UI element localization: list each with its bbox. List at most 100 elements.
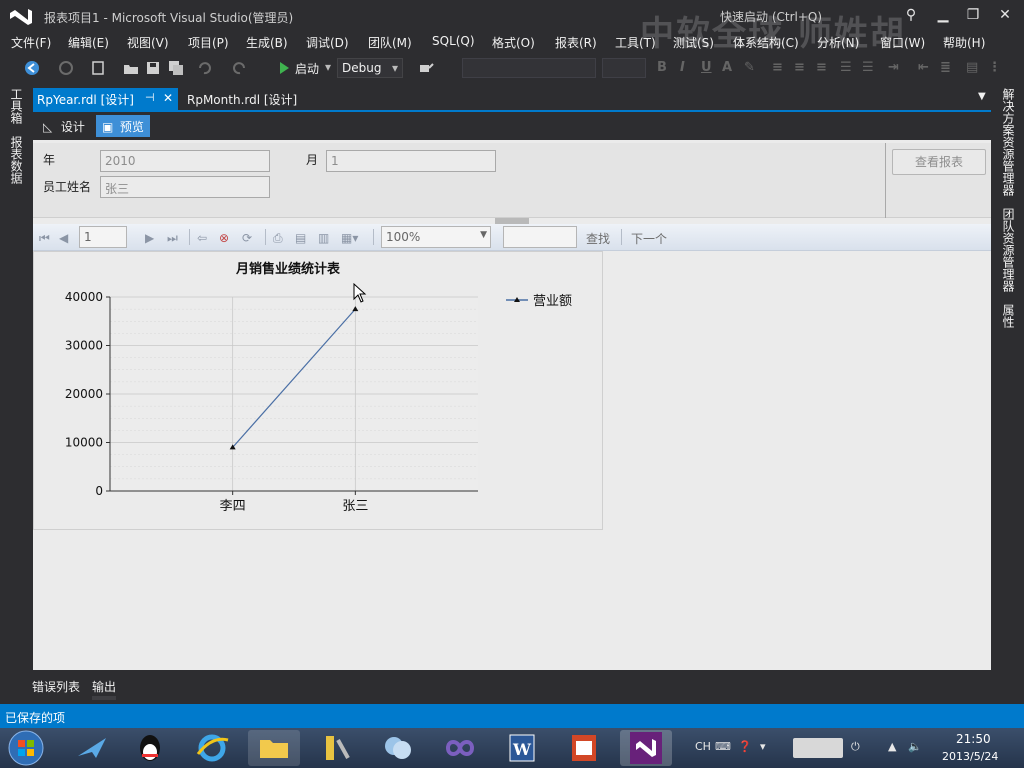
pin-icon[interactable]: ⊣	[145, 91, 155, 104]
menu-help[interactable]: 帮助(H)	[943, 34, 985, 51]
year-input[interactable]: 2010	[100, 150, 270, 172]
menu-window[interactable]: 窗口(W)	[880, 34, 925, 51]
find-link[interactable]: 查找	[586, 230, 610, 247]
taskbar-powerpoint-icon[interactable]	[558, 730, 610, 766]
redo-icon[interactable]	[232, 60, 248, 76]
target-select[interactable]	[462, 58, 596, 78]
stop-icon[interactable]: ⊗	[219, 231, 229, 245]
find-next-link[interactable]: 下一个	[631, 230, 667, 247]
report-data-tab[interactable]: 报表数据	[8, 136, 25, 184]
undo-icon[interactable]	[196, 60, 212, 76]
menu-sql[interactable]: SQL(Q)	[432, 34, 475, 48]
start-debug-icon[interactable]	[276, 60, 292, 76]
taskbar-feige-icon[interactable]	[66, 730, 118, 766]
export-icon[interactable]: ▦▾	[341, 231, 358, 245]
configuration-select[interactable]: Debug ▾	[337, 58, 403, 78]
indent-icon[interactable]: ⇥	[888, 60, 899, 75]
print-layout-icon[interactable]: ▤	[295, 231, 306, 245]
forward-icon[interactable]	[58, 60, 74, 76]
toolbar-overflow-icon[interactable]: ⋮	[988, 60, 1001, 75]
outdent-icon[interactable]: ⇤	[918, 60, 929, 75]
toolbox-tab[interactable]: 工具箱	[8, 88, 25, 124]
page-setup-icon[interactable]: ▥	[318, 231, 329, 245]
start-button-icon[interactable]	[4, 728, 48, 768]
tab-rpyear[interactable]: RpYear.rdl [设计] ⊣ ✕	[33, 88, 178, 110]
find-input[interactable]	[503, 226, 577, 248]
italic-icon[interactable]: I	[680, 60, 685, 75]
search-icon[interactable]: ⚲	[896, 4, 926, 26]
tab-error-list[interactable]: 错误列表	[32, 678, 80, 695]
menu-project[interactable]: 项目(P)	[188, 34, 229, 51]
keyboard-icon[interactable]: ⌨	[715, 740, 731, 753]
menu-build[interactable]: 生成(B)	[246, 34, 288, 51]
tray-options-icon[interactable]: ▾	[760, 740, 766, 753]
start-button[interactable]: 启动	[295, 60, 319, 77]
underline-icon[interactable]: U	[701, 60, 712, 75]
zoom-select[interactable]: 100% ▼	[381, 226, 491, 248]
bold-icon[interactable]: B	[657, 60, 667, 75]
tab-overflow-icon[interactable]: ▼	[978, 91, 986, 102]
align-left-icon[interactable]: ≡	[772, 60, 783, 75]
tab-output[interactable]: 输出	[92, 678, 116, 695]
solution-explorer-tab[interactable]: 解决方案资源管理器	[1000, 88, 1017, 196]
bulleted-list-icon[interactable]: ☰	[840, 60, 852, 75]
clock-time[interactable]: 21:50	[956, 732, 991, 746]
view-report-button[interactable]: 查看报表	[892, 149, 986, 175]
month-input[interactable]: 1	[326, 150, 496, 172]
taskbar-word-icon[interactable]: W	[496, 730, 548, 766]
next-page-icon[interactable]: ▶	[145, 231, 154, 245]
open-file-icon[interactable]	[123, 60, 139, 76]
previous-page-icon[interactable]: ◀	[59, 231, 68, 245]
save-icon[interactable]	[145, 60, 161, 76]
close-tab-icon[interactable]: ✕	[163, 91, 173, 105]
page-number-input[interactable]: 1	[79, 226, 127, 248]
menu-analyze[interactable]: 分析(N)	[817, 34, 859, 51]
menu-report[interactable]: 报表(R)	[555, 34, 597, 51]
refresh-icon[interactable]: ⟳	[242, 231, 252, 245]
taskbar-explorer-icon[interactable]	[248, 730, 300, 766]
clock-date[interactable]: 2013/5/24	[942, 750, 998, 763]
back-icon[interactable]	[24, 60, 40, 76]
save-all-icon[interactable]	[168, 60, 184, 76]
show-hidden-icons-icon[interactable]: ▲	[888, 740, 896, 753]
back-to-parent-icon[interactable]: ⇦	[197, 231, 207, 245]
taskbar-visual-studio-icon[interactable]	[620, 730, 672, 766]
employee-name-input[interactable]: 张三	[100, 176, 270, 198]
attach-icon[interactable]	[418, 60, 434, 76]
close-button[interactable]: ✕	[990, 4, 1020, 26]
menu-format[interactable]: 格式(O)	[492, 34, 535, 51]
font-size-select[interactable]	[602, 58, 646, 78]
help-icon[interactable]: ❓	[738, 740, 752, 753]
start-dropdown-icon[interactable]: ▾	[325, 60, 331, 74]
font-color-icon[interactable]: A	[722, 60, 732, 75]
last-page-icon[interactable]: ⏭	[167, 231, 178, 245]
taskbar-tools-icon[interactable]	[310, 730, 362, 766]
new-project-icon[interactable]	[90, 60, 106, 76]
line-spacing-icon[interactable]: ≣	[940, 60, 951, 75]
numbered-list-icon[interactable]: ☰	[862, 60, 874, 75]
properties-tab[interactable]: 属性	[1000, 304, 1017, 328]
menu-debug[interactable]: 调试(D)	[306, 34, 349, 51]
menu-team[interactable]: 团队(M)	[368, 34, 412, 51]
input-language-indicator[interactable]: CH	[695, 740, 711, 753]
restore-button[interactable]: ❐	[958, 4, 988, 26]
taskbar-qq-icon[interactable]	[124, 730, 176, 766]
first-page-icon[interactable]: ⏮	[39, 231, 50, 245]
input-method-box[interactable]	[793, 738, 843, 758]
team-explorer-tab[interactable]: 团队资源管理器	[1000, 208, 1017, 292]
tab-rpmonth[interactable]: RpMonth.rdl [设计]	[183, 88, 301, 110]
subtab-design[interactable]: ◺ 设计	[37, 115, 91, 137]
taskbar-infinity-icon[interactable]	[434, 730, 486, 766]
align-right-icon[interactable]: ≡	[816, 60, 827, 75]
minimize-button[interactable]: ▁	[928, 4, 958, 26]
print-icon[interactable]: ⎙	[273, 231, 283, 245]
taskbar-people-icon[interactable]	[372, 730, 424, 766]
quick-launch-input[interactable]: 快速启动 (Ctrl+Q)	[720, 8, 822, 25]
menu-architecture[interactable]: 体系结构(C)	[733, 34, 799, 51]
menu-edit[interactable]: 编辑(E)	[68, 34, 109, 51]
menu-tools[interactable]: 工具(T)	[615, 34, 656, 51]
volume-icon[interactable]: 🔈	[908, 740, 922, 753]
menu-view[interactable]: 视图(V)	[127, 34, 169, 51]
table-icon[interactable]: ▤	[966, 60, 978, 75]
highlight-icon[interactable]: ✎	[744, 60, 755, 75]
